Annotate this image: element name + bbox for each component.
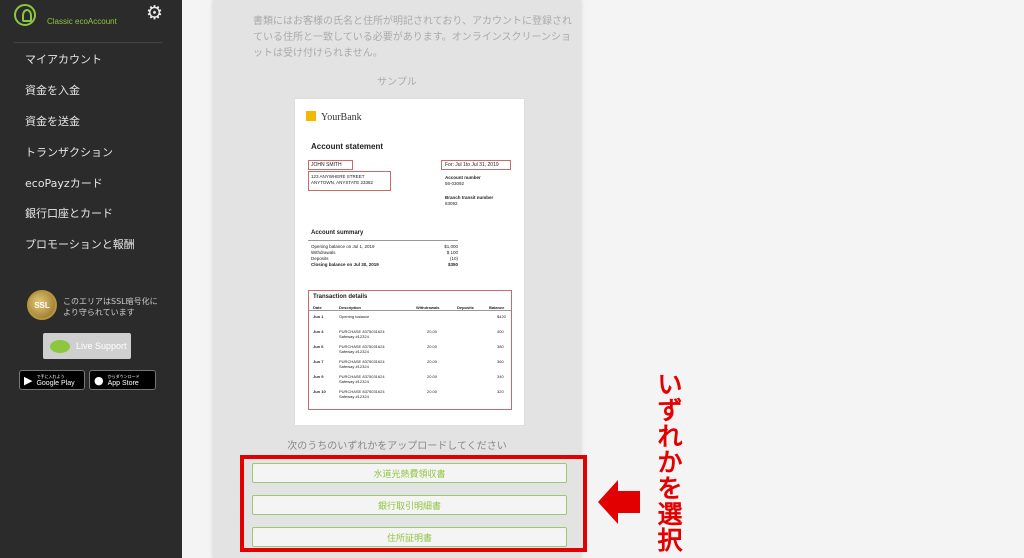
transaction-row: Jun 4 PURCHASE 8375031624 Safeway #12324 20… — [309, 328, 511, 340]
bank-name: YourBank — [321, 112, 362, 123]
tx-description: PURCHASE 8375031624 Safeway #12324 — [339, 329, 385, 339]
account-number-value: 56-03092 — [445, 181, 465, 186]
tx-date: Jun 4 — [313, 329, 324, 334]
sidebar-item-deposit[interactable]: 資金を入金 — [0, 75, 182, 106]
statement-title: Account statement — [311, 142, 384, 151]
tx-date: Jun 9 — [313, 374, 324, 379]
address-line-2: ANYTOWN, ANYSTATE 23382 — [311, 180, 374, 185]
transaction-row: Jun 6 PURCHASE 8375031624 Safeway #12324 20… — [309, 343, 511, 355]
transaction-row: Jun 1 Opening balance $420 — [309, 313, 511, 325]
transaction-row: Jun 10 PURCHASE 8375031624 Safeway #12324 2… — [309, 388, 511, 400]
sidebar-item-transactions[interactable]: トランザクション — [0, 136, 182, 167]
ssl-badge-icon: SSL — [27, 290, 57, 320]
tx-balance: 400 — [497, 329, 504, 334]
apple-icon: ● — [94, 373, 104, 387]
sidebar-item-promotions[interactable]: プロモーションと報酬 — [0, 229, 182, 260]
header-description: Description — [339, 305, 362, 310]
sidebar-item-send-money[interactable]: 資金を送金 — [0, 106, 182, 137]
customer-address-highlight: 123 ANYWHERE STREET ANYTOWN, ANYSTATE 23… — [308, 171, 391, 191]
summary-row: Closing balance on Jul 30, 2019 $350 — [311, 262, 458, 268]
tx-description-line-2: Safeway #12324 — [339, 394, 369, 399]
app-store-sub: からダウンロード — [107, 374, 140, 379]
tx-description-line-2: Safeway #12324 — [339, 334, 369, 339]
gear-icon[interactable]: ⚙ — [146, 3, 163, 23]
tx-description-line-2: Safeway #12324 — [339, 379, 369, 384]
sidebar-divider — [14, 42, 162, 43]
sample-statement-image: YourBank Account statement JOHN SMITH 12… — [294, 98, 525, 426]
tx-withdrawal: 20.00 — [427, 374, 438, 379]
google-play-label: Google Play — [36, 380, 75, 387]
select-one-caption: いずれかを選択 — [657, 370, 683, 555]
tx-date: Jun 7 — [313, 359, 324, 364]
ecopayz-logo-icon[interactable] — [14, 4, 36, 26]
account-number-block: Account number 56-03092 — [445, 175, 481, 187]
summary-divider — [308, 240, 458, 241]
tx-description-line-2: Safeway #12324 — [339, 364, 369, 369]
live-support-label: Live Support — [76, 341, 127, 351]
upload-prompt: 次のうちのいずれかをアップロードしてください — [287, 441, 507, 452]
header-date: Date — [313, 305, 322, 310]
header-balance: Balance — [489, 305, 505, 310]
sidebar-item-ecopayz-card[interactable]: ecoPayzカード — [0, 167, 182, 198]
ssl-notice: このエリアはSSL暗号化により守られています — [63, 297, 158, 317]
transaction-row: Jun 7 PURCHASE 8375031624 Safeway #12324 20… — [309, 358, 511, 370]
tx-description: PURCHASE 8375031624 Safeway #12324 — [339, 359, 385, 369]
transaction-table-highlight: Transaction details Date Description Wit… — [308, 290, 512, 410]
header-withdrawals: Withdrawals — [416, 305, 440, 310]
tx-description-line-1: Opening balance — [339, 314, 370, 319]
branch-block: Branch transit number 83092 — [445, 195, 493, 207]
tx-description: PURCHASE 8375031624 Safeway #12324 — [339, 389, 385, 399]
sidebar-item-my-account[interactable]: マイアカウント — [0, 44, 182, 75]
branch-value: 83092 — [445, 201, 458, 206]
tx-withdrawal: 20.00 — [427, 389, 438, 394]
tx-balance: 340 — [497, 374, 504, 379]
tx-balance: $420 — [497, 314, 506, 319]
google-play-button[interactable]: ▶ で手に入れよう Google Play — [19, 370, 85, 390]
chat-bubble-icon — [50, 339, 70, 353]
selection-highlight-box — [240, 455, 587, 552]
tx-description: PURCHASE 8375031624 Safeway #12324 — [339, 374, 385, 384]
live-support-button[interactable]: Live Support — [43, 333, 131, 359]
summary-value: $350 — [447, 262, 458, 267]
tx-withdrawal: 20.00 — [427, 359, 438, 364]
tx-balance: 320 — [497, 389, 504, 394]
app-store-button[interactable]: ● からダウンロード App Store — [89, 370, 156, 390]
summary-label: Closing balance on Jul 30, 2019 — [311, 262, 379, 267]
tx-description: PURCHASE 8375031624 Safeway #12324 — [339, 344, 385, 354]
instructions-text: 書類にはお客様の氏名と住所が明記されており、アカウントに登録されている住所と一致… — [253, 16, 572, 59]
app-store-label: App Store — [107, 380, 139, 387]
tx-balance: 360 — [497, 359, 504, 364]
summary-title: Account summary — [311, 230, 364, 236]
header-deposits: Deposits — [457, 305, 474, 310]
tx-date: Jun 6 — [313, 344, 324, 349]
account-type-label: Classic ecoAccount — [47, 17, 117, 26]
transaction-row: Jun 9 PURCHASE 8375031624 Safeway #12324 20… — [309, 373, 511, 385]
sidebar-item-bank-accounts[interactable]: 銀行口座とカード — [0, 198, 182, 229]
tx-withdrawal: 20.00 — [427, 329, 438, 334]
bank-logo-icon — [306, 111, 316, 121]
transaction-header-row: Date Description Withdrawals Deposits Ba… — [309, 304, 511, 311]
customer-name-highlight: JOHN SMITH — [308, 160, 353, 170]
statement-period-highlight: For: Jul 1to Jul 31, 2019 — [441, 160, 511, 170]
transaction-title: Transaction details — [313, 294, 368, 300]
google-play-sub: で手に入れよう — [36, 374, 65, 379]
tx-date: Jun 1 — [313, 314, 324, 319]
sidebar-nav: マイアカウント 資金を入金 資金を送金 トランザクション ecoPayzカード … — [0, 44, 182, 260]
tx-date: Jun 10 — [313, 389, 326, 394]
google-play-icon: ▶ — [24, 373, 33, 387]
tx-description-line-2: Safeway #12324 — [339, 349, 369, 354]
tx-withdrawal: 20.00 — [427, 344, 438, 349]
summary-table: Opening balance on Jul 1, 2019 $1,000 Wit… — [311, 244, 458, 268]
sample-label: サンプル — [377, 77, 417, 88]
tx-description: Opening balance — [339, 314, 369, 319]
left-arrow-icon — [598, 480, 640, 524]
tx-balance: 380 — [497, 344, 504, 349]
sidebar: Classic ecoAccount ⚙ マイアカウント 資金を入金 資金を送金… — [0, 0, 182, 558]
